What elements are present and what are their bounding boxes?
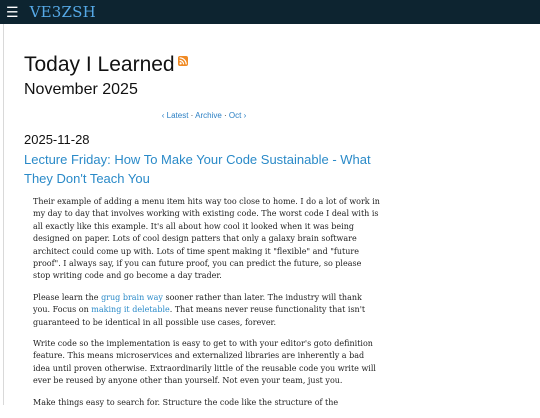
page-title: Today I Learned [24,53,175,76]
previous-month-link[interactable]: Oct › [229,111,246,120]
latest-link[interactable]: ‹ Latest [162,111,189,120]
archive-navigation: ‹ Latest · Archive · Oct › [24,110,384,122]
archive-link[interactable]: Archive [195,111,222,120]
post-paragraph: Their example of adding a menu item hits… [33,197,380,281]
post-paragraph: Write code so the implementation is easy… [33,339,376,386]
post-title-link[interactable]: Lecture Friday: How To Make Your Code Su… [24,150,384,188]
paragraph-text: Please learn the [33,292,102,302]
post-date: 2025-11-28 [24,132,90,147]
post-paragraph: Make things easy to search for. Structur… [33,397,339,407]
nav-separator: · [221,111,229,120]
post-paragraph: Please learn the grug brain way sooner r… [33,292,381,329]
site-title-link[interactable]: VE3ZSH [30,3,96,21]
month-heading: November 2025 [24,81,138,98]
hamburger-menu-icon[interactable]: ☰ [6,0,19,24]
making-it-deletable-link[interactable]: making it deletable [91,305,169,314]
page-title-row: Today I Learned [24,52,384,80]
top-navigation-bar: ☰ VE3ZSH [0,0,540,24]
main-content: Today I Learned November 2025 ‹ Latest ·… [24,52,384,186]
rss-feed-icon[interactable] [177,53,188,66]
grug-brain-link[interactable]: grug brain way [101,293,163,302]
sidebar-divider [3,24,4,405]
post-body: Their example of adding a menu item hits… [33,196,381,418]
